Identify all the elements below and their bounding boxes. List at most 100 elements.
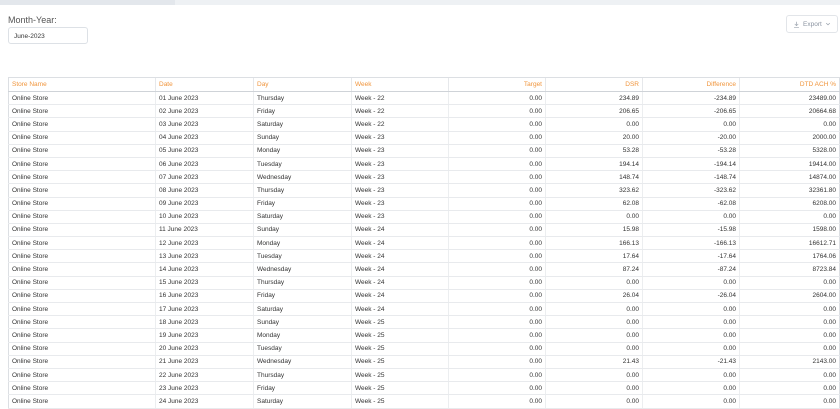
difference-cell: 0.00 xyxy=(642,117,740,132)
target-cell: 0.00 xyxy=(448,144,546,158)
day-cell: Friday xyxy=(253,197,352,211)
column-header-week[interactable]: Week xyxy=(351,77,449,92)
table-row: Online Store 15 June 2023 Thursday Week - 2… xyxy=(8,276,840,290)
week-cell: Week - 24 xyxy=(351,223,449,238)
dtd-ach-cell: 0.00 xyxy=(739,302,840,317)
difference-cell: 0.00 xyxy=(642,381,740,396)
dtd-ach-cell: 6208.00 xyxy=(739,197,840,211)
week-cell: Week - 22 xyxy=(351,117,449,132)
target-cell: 0.00 xyxy=(448,276,546,290)
store-name-cell: Online Store xyxy=(8,262,156,277)
column-header-target[interactable]: Target xyxy=(448,77,546,92)
table-row: Online Store 20 June 2023 Tuesday Week - 25… xyxy=(8,342,840,356)
date-cell: 17 June 2023 xyxy=(155,302,254,317)
month-year-input[interactable]: June-2023 xyxy=(8,27,88,44)
date-cell: 23 June 2023 xyxy=(155,381,254,396)
dsr-cell: 234.89 xyxy=(545,91,643,106)
day-cell: Thursday xyxy=(253,91,352,106)
store-name-cell: Online Store xyxy=(8,302,156,317)
day-cell: Friday xyxy=(253,104,352,119)
target-cell: 0.00 xyxy=(448,262,546,277)
day-cell: Saturday xyxy=(253,210,352,224)
column-header-day[interactable]: Day xyxy=(253,77,352,92)
store-name-cell: Online Store xyxy=(8,131,156,145)
day-cell: Wednesday xyxy=(253,355,352,369)
store-name-cell: Online Store xyxy=(8,91,156,106)
dsr-cell: 0.00 xyxy=(545,394,643,409)
target-cell: 0.00 xyxy=(448,249,546,264)
difference-cell: -20.00 xyxy=(642,131,740,145)
column-header-difference[interactable]: Difference xyxy=(642,77,740,92)
table-row: Online Store 23 June 2023 Friday Week - 25 0… xyxy=(8,381,840,396)
store-name-cell: Online Store xyxy=(8,117,156,132)
column-header-dtd-ach[interactable]: DTD ACH % xyxy=(739,77,840,92)
table-row: Online Store 13 June 2023 Tuesday Week - 24… xyxy=(8,249,840,264)
date-cell: 19 June 2023 xyxy=(155,328,254,343)
dtd-ach-cell: 0.00 xyxy=(739,328,840,343)
difference-cell: -62.08 xyxy=(642,197,740,211)
day-cell: Thursday xyxy=(253,183,352,198)
day-cell: Friday xyxy=(253,381,352,396)
column-header-date[interactable]: Date xyxy=(155,77,254,92)
dtd-ach-cell: 16612.71 xyxy=(739,236,840,251)
difference-cell: -15.98 xyxy=(642,223,740,238)
store-name-cell: Online Store xyxy=(8,236,156,251)
table-row: Online Store 02 June 2023 Friday Week - 22 0… xyxy=(8,104,840,119)
week-cell: Week - 24 xyxy=(351,249,449,264)
difference-cell: 0.00 xyxy=(642,302,740,317)
table-row: Online Store 01 June 2023 Thursday Week - 2… xyxy=(8,91,840,106)
dtd-ach-cell: 14874.00 xyxy=(739,170,840,185)
date-cell: 09 June 2023 xyxy=(155,197,254,211)
store-name-cell: Online Store xyxy=(8,183,156,198)
week-cell: Week - 25 xyxy=(351,381,449,396)
day-cell: Thursday xyxy=(253,276,352,290)
date-cell: 04 June 2023 xyxy=(155,131,254,145)
week-cell: Week - 23 xyxy=(351,144,449,158)
week-cell: Week - 23 xyxy=(351,210,449,224)
dsr-cell: 17.64 xyxy=(545,249,643,264)
table-row: Online Store 19 June 2023 Monday Week - 25 0… xyxy=(8,328,840,343)
target-cell: 0.00 xyxy=(448,342,546,356)
date-cell: 12 June 2023 xyxy=(155,236,254,251)
difference-cell: 0.00 xyxy=(642,276,740,290)
day-cell: Monday xyxy=(253,236,352,251)
day-cell: Tuesday xyxy=(253,249,352,264)
difference-cell: -148.74 xyxy=(642,170,740,185)
table-header-row: Store Name Date Day Week Target DSR Diff… xyxy=(8,77,840,92)
dsr-cell: 0.00 xyxy=(545,117,643,132)
store-name-cell: Online Store xyxy=(8,197,156,211)
week-cell: Week - 23 xyxy=(351,170,449,185)
table-row: Online Store 06 June 2023 Tuesday Week - 23… xyxy=(8,157,840,172)
store-name-cell: Online Store xyxy=(8,315,156,330)
target-cell: 0.00 xyxy=(448,302,546,317)
dsr-cell: 0.00 xyxy=(545,302,643,317)
dtd-ach-cell: 2000.00 xyxy=(739,131,840,145)
store-name-cell: Online Store xyxy=(8,342,156,356)
day-cell: Monday xyxy=(253,144,352,158)
day-cell: Sunday xyxy=(253,315,352,330)
export-label: Export xyxy=(803,20,822,28)
month-year-label: Month-Year: xyxy=(8,15,57,25)
table-row: Online Store 09 June 2023 Friday Week - 23 0… xyxy=(8,197,840,211)
dsr-cell: 148.74 xyxy=(545,170,643,185)
table-row: Online Store 07 June 2023 Wednesday Week - … xyxy=(8,170,840,185)
dtd-ach-cell: 0.00 xyxy=(739,381,840,396)
difference-cell: 0.00 xyxy=(642,210,740,224)
store-name-cell: Online Store xyxy=(8,394,156,409)
difference-cell: 0.00 xyxy=(642,368,740,383)
column-header-dsr[interactable]: DSR xyxy=(545,77,643,92)
table-row: Online Store 12 June 2023 Monday Week - 24 0… xyxy=(8,236,840,251)
column-header-store-name[interactable]: Store Name xyxy=(8,77,156,92)
dtd-ach-cell: 23489.00 xyxy=(739,91,840,106)
date-cell: 18 June 2023 xyxy=(155,315,254,330)
export-button[interactable]: Export xyxy=(786,15,838,33)
target-cell: 0.00 xyxy=(448,131,546,145)
target-cell: 0.00 xyxy=(448,91,546,106)
active-tab-indicator xyxy=(0,0,175,5)
week-cell: Week - 23 xyxy=(351,131,449,145)
target-cell: 0.00 xyxy=(448,289,546,304)
week-cell: Week - 22 xyxy=(351,104,449,119)
day-cell: Thursday xyxy=(253,368,352,383)
week-cell: Week - 24 xyxy=(351,262,449,277)
table-row: Online Store 11 June 2023 Sunday Week - 24 0… xyxy=(8,223,840,238)
